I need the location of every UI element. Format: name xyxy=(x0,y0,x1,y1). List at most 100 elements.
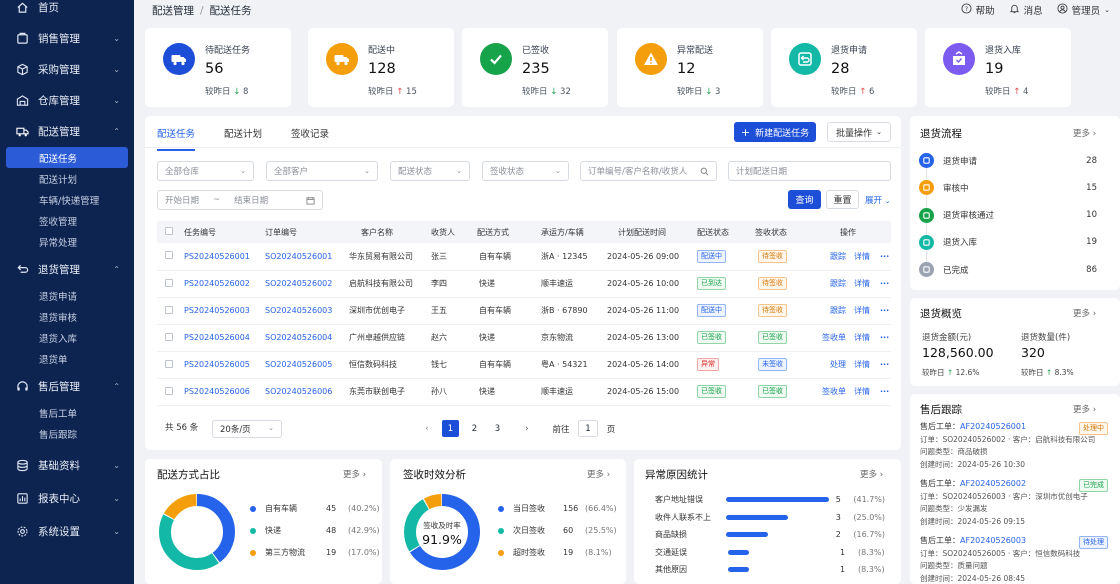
sidebar-item-delivery[interactable]: 配送管理 ⌃ xyxy=(0,116,134,147)
sidebar-sub-return-stock[interactable]: 退货入库 xyxy=(0,327,134,348)
table-row[interactable]: PS20240526006 SO20240526006 东莞市联创电子 孙八 快递 顺丰速… xyxy=(157,378,891,406)
row-checkbox[interactable] xyxy=(165,359,173,368)
order-link[interactable]: SO20240526001 xyxy=(265,252,332,261)
row-detail-link[interactable]: 详情 xyxy=(854,333,870,342)
expand-link[interactable]: 展开 ⌄ xyxy=(865,194,891,206)
table-row[interactable]: PS20240526002 SO20240526002 启航科技有限公司 李四 快递 顺丰… xyxy=(157,270,891,298)
sidebar-item-returns[interactable]: 退货管理 ⌃ xyxy=(0,254,134,285)
page-1[interactable]: 1 xyxy=(442,420,459,437)
row-action-link[interactable]: 跟踪 xyxy=(816,278,846,289)
more-icon[interactable]: ··· xyxy=(880,252,889,261)
sidebar-sub-vehicle[interactable]: 车辆/快递管理 xyxy=(0,189,134,210)
flow-step[interactable]: 已完成 86 xyxy=(919,262,1097,278)
row-checkbox[interactable] xyxy=(165,332,173,341)
task-link[interactable]: PS20240526001 xyxy=(184,252,250,261)
sidebar-item-after-sales[interactable]: 售后管理 ⌃ xyxy=(0,371,134,402)
stat-card[interactable]: 待配送任务 56 较昨日 ↓ 8 xyxy=(145,28,291,107)
stat-card[interactable]: 配送中 128 较昨日 ↑ 15 xyxy=(308,28,454,107)
batch-button[interactable]: 批量操作 ⌄ xyxy=(827,122,891,142)
goto-input[interactable]: 1 xyxy=(578,420,598,437)
sidebar-sub-delivery-plan[interactable]: 配送计划 xyxy=(0,168,134,189)
row-detail-link[interactable]: 详情 xyxy=(854,387,870,396)
more-icon[interactable]: ··· xyxy=(880,306,889,315)
order-link[interactable]: SO20240526005 xyxy=(265,360,332,369)
next-page-button[interactable]: › xyxy=(520,420,534,437)
sidebar-item-home[interactable]: 首页 xyxy=(0,0,134,23)
more-icon[interactable]: ··· xyxy=(880,333,889,342)
order-link[interactable]: SO20240526002 xyxy=(265,279,332,288)
row-checkbox[interactable] xyxy=(165,278,173,287)
order-link[interactable]: SO20240526003 xyxy=(265,306,332,315)
row-checkbox[interactable] xyxy=(165,305,173,314)
table-row[interactable]: PS20240526004 SO20240526004 广州卓越供应链 赵六 快递 京东物… xyxy=(157,324,891,352)
task-link[interactable]: PS20240526002 xyxy=(184,279,250,288)
ticket-link[interactable]: AF20240526001 xyxy=(960,422,1026,431)
sidebar-item-reports[interactable]: 报表中心 ⌄ xyxy=(0,483,134,514)
breadcrumb-parent[interactable]: 配送管理 xyxy=(152,5,194,17)
sidebar-item-settings[interactable]: 系统设置 ⌄ xyxy=(0,516,134,547)
row-action-link[interactable]: 签收单 xyxy=(816,332,846,343)
row-action-link[interactable]: 跟踪 xyxy=(816,251,846,262)
sidebar-sub-return-audit[interactable]: 退货审核 xyxy=(0,306,134,327)
return-flow-more-link[interactable]: 更多 › xyxy=(1073,127,1096,139)
reset-button[interactable]: 重置 xyxy=(826,190,859,209)
user-menu[interactable]: 管理员 ⌄ xyxy=(1057,3,1110,17)
order-link[interactable]: SO20240526004 xyxy=(265,333,332,342)
sidebar-item-basic-data[interactable]: 基础资料 ⌄ xyxy=(0,450,134,481)
customer-select[interactable]: 全部客户 ⌄ xyxy=(266,161,378,181)
date-range-input[interactable]: 开始日期 ~ 结束日期 xyxy=(157,190,323,210)
delivery-status-select[interactable]: 配送状态 ⌄ xyxy=(390,161,470,181)
task-link[interactable]: PS20240526005 xyxy=(184,360,250,369)
order-link[interactable]: SO20240526006 xyxy=(265,387,332,396)
table-row[interactable]: PS20240526005 SO20240526005 恒信数码科技 钱七 自有车辆 粤A… xyxy=(157,351,891,379)
prev-page-button[interactable]: ‹ xyxy=(420,420,434,437)
exception-more-link[interactable]: 更多 › xyxy=(860,468,883,480)
sidebar-item-purchase[interactable]: 采购管理 ⌄ xyxy=(0,54,134,85)
flow-step[interactable]: 审核中 15 xyxy=(919,180,1097,196)
stat-card[interactable]: 已签收 235 较昨日 ↓ 32 xyxy=(462,28,608,107)
search-input[interactable]: 订单编号/客户名称/收货人 xyxy=(580,161,717,181)
row-detail-link[interactable]: 详情 xyxy=(854,360,870,369)
row-action-link[interactable]: 跟踪 xyxy=(816,305,846,316)
stat-card[interactable]: 退货入库 19 较昨日 ↑ 4 xyxy=(925,28,1071,107)
sign-more-link[interactable]: 更多 › xyxy=(587,468,610,480)
page-3[interactable]: 3 xyxy=(489,420,506,437)
query-button[interactable]: 查询 xyxy=(788,190,821,209)
new-task-button[interactable]: + 新建配送任务 xyxy=(734,122,816,142)
plan-date-input[interactable]: 计划配送日期 xyxy=(728,161,891,181)
ticket-link[interactable]: AF20240526003 xyxy=(960,536,1026,545)
row-checkbox[interactable] xyxy=(165,386,173,395)
row-action-link[interactable]: 处理 xyxy=(816,359,846,370)
sidebar-item-sales[interactable]: 销售管理 ⌄ xyxy=(0,23,134,54)
sidebar-sub-tracking[interactable]: 售后跟踪 xyxy=(0,423,134,444)
after-sales-item[interactable]: 售后工单：AF20240526002 已完成 订单：SO20240526003 · … xyxy=(920,478,1108,528)
row-detail-link[interactable]: 详情 xyxy=(854,306,870,315)
sidebar-sub-return-apply[interactable]: 退货申请 xyxy=(0,285,134,306)
after-sales-more-link[interactable]: 更多 › xyxy=(1073,403,1096,415)
sidebar-sub-ticket[interactable]: 售后工单 xyxy=(0,402,134,423)
flow-step[interactable]: 退货申请 28 xyxy=(919,153,1097,168)
page-size-select[interactable]: 20条/页 ⌄ xyxy=(212,420,282,438)
after-sales-item[interactable]: 售后工单：AF20240526003 待处理 订单：SO20240526005 · … xyxy=(920,535,1108,584)
row-checkbox[interactable] xyxy=(165,251,173,260)
stat-card[interactable]: 异常配送 12 较昨日 ↓ 3 xyxy=(617,28,763,107)
sign-status-select[interactable]: 签收状态 ⌄ xyxy=(482,161,569,181)
help-button[interactable]: ? 帮助 xyxy=(961,3,995,17)
more-icon[interactable]: ··· xyxy=(880,387,889,396)
method-more-link[interactable]: 更多 › xyxy=(343,468,366,480)
sidebar-item-warehouse[interactable]: 仓库管理 ⌄ xyxy=(0,85,134,116)
return-overview-more-link[interactable]: 更多 › xyxy=(1073,307,1096,319)
row-action-link[interactable]: 签收单 xyxy=(816,386,846,397)
stat-card[interactable]: 退货申请 28 较昨日 ↑ 6 xyxy=(771,28,917,107)
sidebar-sub-delivery-task[interactable]: 配送任务 xyxy=(6,147,128,168)
table-row[interactable]: PS20240526003 SO20240526003 深圳市优创电子 王五 自有车辆 浙… xyxy=(157,297,891,325)
ticket-link[interactable]: AF20240526002 xyxy=(960,479,1026,488)
task-link[interactable]: PS20240526004 xyxy=(184,333,250,342)
row-detail-link[interactable]: 详情 xyxy=(854,252,870,261)
more-icon[interactable]: ··· xyxy=(880,279,889,288)
more-icon[interactable]: ··· xyxy=(880,360,889,369)
sidebar-sub-sign[interactable]: 签收管理 xyxy=(0,210,134,231)
flow-step[interactable]: 退货入库 19 xyxy=(919,234,1097,250)
messages-button[interactable]: 消息 xyxy=(1009,3,1043,17)
row-detail-link[interactable]: 详情 xyxy=(854,279,870,288)
